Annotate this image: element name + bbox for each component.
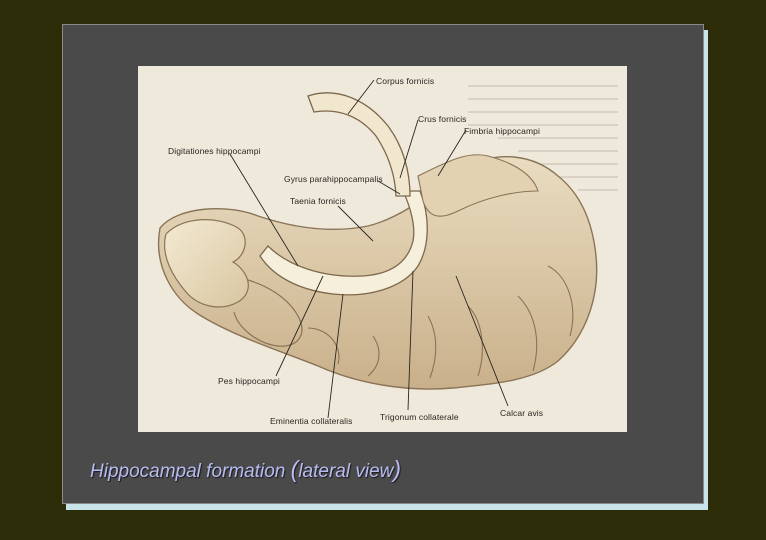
label-eminentia-collateralis: Eminentia collateralis (270, 416, 353, 426)
label-digitationes-hippocampi: Digitationes hippocampi (168, 146, 261, 156)
label-crus-fornicis: Crus fornicis (418, 114, 467, 124)
brain-drawing (158, 79, 618, 419)
caption-text: Hippocampal formation (90, 461, 291, 482)
label-taenia-fornicis: Taenia fornicis (290, 196, 346, 206)
label-fimbria-hippocampi: Fimbria hippocampi (464, 126, 540, 136)
label-gyrus-parahippocampalis: Gyrus parahippocampalis (284, 174, 383, 184)
anatomy-illustration: Corpus fornicis Crus fornicis Fimbria hi… (138, 66, 627, 432)
label-pes-hippocampi: Pes hippocampi (218, 376, 280, 386)
label-corpus-fornicis: Corpus fornicis (376, 76, 435, 86)
caption-paren-close: ) (393, 456, 402, 482)
label-calcar-avis: Calcar avis (500, 408, 544, 418)
caption-view-text: lateral view (298, 461, 394, 482)
label-trigonum-collaterale: Trigonum collaterale (380, 412, 459, 422)
slide-caption: Hippocampal formation (lateral view) (90, 456, 401, 483)
